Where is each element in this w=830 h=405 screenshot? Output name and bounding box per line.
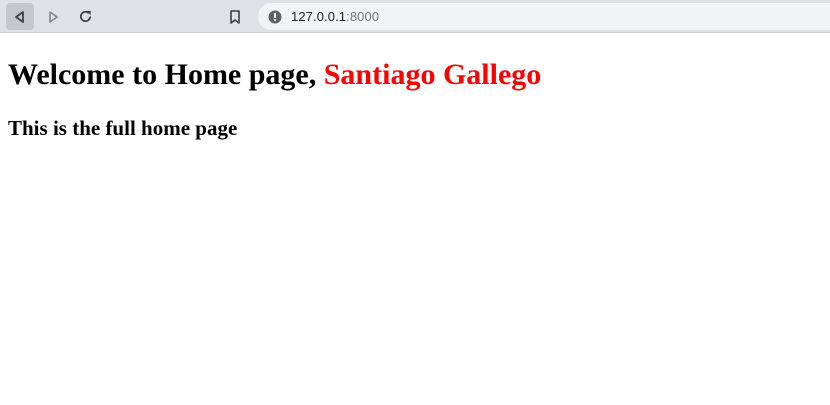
forward-button[interactable] xyxy=(39,3,67,30)
welcome-heading: Welcome to Home page, Santiago Gallego xyxy=(8,58,541,92)
user-name: Santiago Gallego xyxy=(323,58,542,91)
bookmark-icon xyxy=(230,9,240,24)
forward-arrow-icon xyxy=(49,10,58,23)
reload-button[interactable] xyxy=(71,3,99,30)
home-subheading: This is the full home page xyxy=(8,116,238,140)
bookmark-button[interactable] xyxy=(222,3,248,30)
reload-icon xyxy=(79,10,91,22)
back-button[interactable] xyxy=(6,3,34,30)
back-arrow-icon xyxy=(15,10,24,23)
url-host: 127.0.0.1 xyxy=(291,9,347,24)
url-text[interactable]: 127.0.0.1:8000 xyxy=(291,9,379,24)
address-bar[interactable]: 127.0.0.1:8000 xyxy=(258,3,830,30)
welcome-heading-text: Welcome to Home page, xyxy=(8,58,324,91)
browser-toolbar: 127.0.0.1:8000 xyxy=(0,0,830,33)
info-icon[interactable] xyxy=(268,10,282,24)
url-port: :8000 xyxy=(346,9,380,24)
